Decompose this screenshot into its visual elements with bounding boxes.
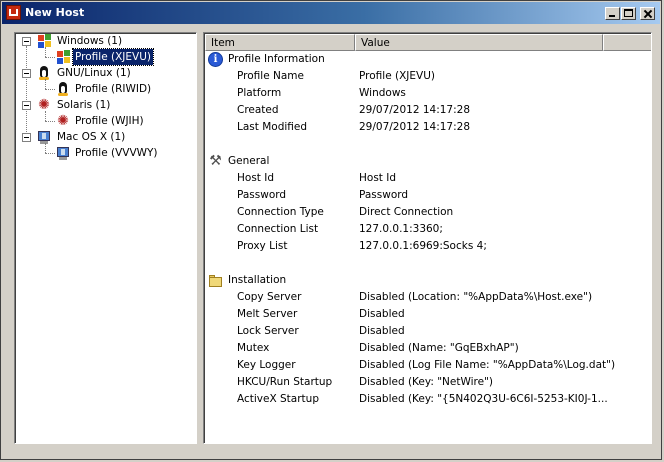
item-name: Lock Server xyxy=(237,325,299,337)
maximize-button[interactable] xyxy=(621,7,636,20)
item-value: Host Id xyxy=(359,172,397,184)
item-name: Copy Server xyxy=(237,291,302,303)
new-host-window: New Host Windows (1) Profile (XJEVU) GNU… xyxy=(0,0,662,460)
item-name: Connection List xyxy=(237,223,319,235)
item-name: Password xyxy=(237,189,287,201)
group-label: Profile Information xyxy=(228,53,325,65)
column-header-filler xyxy=(603,34,651,51)
column-header-value[interactable]: Value xyxy=(355,34,603,51)
info-icon: i xyxy=(208,52,223,67)
group-installation: Installation xyxy=(204,272,644,289)
tree-node-profile-vvvwy[interactable]: Profile (VVVWY) xyxy=(15,145,185,161)
tree-node-label: Profile (XJEVU) xyxy=(72,48,154,66)
item-name: Proxy List xyxy=(237,240,288,252)
item-value: Direct Connection xyxy=(359,206,454,218)
list-header: Item Value xyxy=(205,34,651,51)
item-name: Platform xyxy=(237,87,282,99)
tree-node-profile-riwid[interactable]: Profile (RIWID) xyxy=(15,81,185,97)
close-button[interactable] xyxy=(640,7,655,20)
window-title: New Host xyxy=(25,6,85,19)
item-value: Disabled xyxy=(359,308,405,320)
item-name: HKCU/Run Startup xyxy=(237,376,333,388)
tree-node-profile-wjih[interactable]: Profile (WJIH) xyxy=(15,113,185,129)
tree-node-label: Profile (VVVWY) xyxy=(75,147,158,159)
tree-node-label: Windows (1) xyxy=(57,35,123,47)
list-item[interactable]: Copy Server Disabled (Location: "%AppData… xyxy=(204,289,644,306)
item-value: Disabled (Name: "GqEBxhAP") xyxy=(359,342,519,354)
title-bar[interactable]: New Host xyxy=(2,2,660,24)
item-value: Disabled (Key: "{5N402Q3U-6C6I-5253-KI0J… xyxy=(359,393,608,405)
list-item[interactable]: Melt Server Disabled xyxy=(204,306,644,323)
item-name: Key Logger xyxy=(237,359,296,371)
list-item[interactable]: HKCU/Run Startup Disabled (Key: "NetWire"… xyxy=(204,374,644,391)
tree-node-macos[interactable]: Mac OS X (1) xyxy=(15,129,185,145)
app-icon xyxy=(6,5,21,20)
tree-node-profile-xjevu[interactable]: Profile (XJEVU) xyxy=(15,48,185,66)
profile-details-list[interactable]: Item Value i Profile Information Profile… xyxy=(203,32,652,444)
tree-node-label: Mac OS X (1) xyxy=(57,131,126,143)
item-name: Melt Server xyxy=(237,308,298,320)
list-item[interactable]: Connection List 127.0.0.1:3360; xyxy=(204,221,644,238)
item-name: Created xyxy=(237,104,279,116)
platform-tree[interactable]: Windows (1) Profile (XJEVU) GNU/Linux (1… xyxy=(14,32,197,444)
list-item[interactable]: ActiveX Startup Disabled (Key: "{5N402Q3U… xyxy=(204,391,644,408)
list-item[interactable]: Mutex Disabled (Name: "GqEBxhAP") xyxy=(204,340,644,357)
list-item[interactable]: Created 29/07/2012 14:17:28 xyxy=(204,102,644,119)
item-value: Disabled (Log File Name: "%AppData%\Log.… xyxy=(359,359,616,371)
item-value: Windows xyxy=(359,87,406,99)
item-value: Profile (XJEVU) xyxy=(359,70,435,82)
item-value: Disabled xyxy=(359,325,405,337)
item-name: Connection Type xyxy=(237,206,324,218)
list-item[interactable]: Profile Name Profile (XJEVU) xyxy=(204,68,644,85)
list-item[interactable]: Password Password xyxy=(204,187,644,204)
column-header-item[interactable]: Item xyxy=(205,34,355,51)
item-name: ActiveX Startup xyxy=(237,393,319,405)
list-item[interactable]: Key Logger Disabled (Log File Name: "%App… xyxy=(204,357,644,374)
folder-icon xyxy=(208,273,223,288)
item-value: 127.0.0.1:6969:Socks 4; xyxy=(359,240,487,252)
tree-node-label: Solaris (1) xyxy=(57,99,111,111)
list-item[interactable]: Platform Windows xyxy=(204,85,644,102)
item-name: Mutex xyxy=(237,342,270,354)
item-value: Password xyxy=(359,189,409,201)
tools-icon: ⚒ xyxy=(209,153,222,169)
tree-node-windows[interactable]: Windows (1) xyxy=(15,33,185,49)
tree-node-label: Profile (WJIH) xyxy=(75,115,144,127)
tree-node-linux[interactable]: GNU/Linux (1) xyxy=(15,65,185,81)
minimize-button[interactable] xyxy=(605,7,620,20)
group-general: ⚒ General xyxy=(204,153,644,170)
item-value: Disabled (Key: "NetWire") xyxy=(359,376,493,388)
group-profile-information: i Profile Information xyxy=(204,51,644,68)
tree-node-solaris[interactable]: Solaris (1) xyxy=(15,97,185,113)
list-item[interactable]: Connection Type Direct Connection xyxy=(204,204,644,221)
list-item[interactable]: Last Modified 29/07/2012 14:17:28 xyxy=(204,119,644,136)
item-name: Last Modified xyxy=(237,121,308,133)
list-item[interactable]: Proxy List 127.0.0.1:6969:Socks 4; xyxy=(204,238,644,255)
group-label: General xyxy=(228,155,270,167)
item-name: Host Id xyxy=(237,172,275,184)
item-name: Profile Name xyxy=(237,70,304,82)
item-value: Disabled (Location: "%AppData%\Host.exe"… xyxy=(359,291,593,303)
item-value: 29/07/2012 14:17:28 xyxy=(359,121,471,133)
item-value: 127.0.0.1:3360; xyxy=(359,223,443,235)
tree-node-label: Profile (RIWID) xyxy=(75,83,152,95)
tree-node-label: GNU/Linux (1) xyxy=(57,67,131,79)
list-item[interactable]: Host Id Host Id xyxy=(204,170,644,187)
group-label: Installation xyxy=(228,274,287,286)
item-value: 29/07/2012 14:17:28 xyxy=(359,104,471,116)
list-item[interactable]: Lock Server Disabled xyxy=(204,323,644,340)
